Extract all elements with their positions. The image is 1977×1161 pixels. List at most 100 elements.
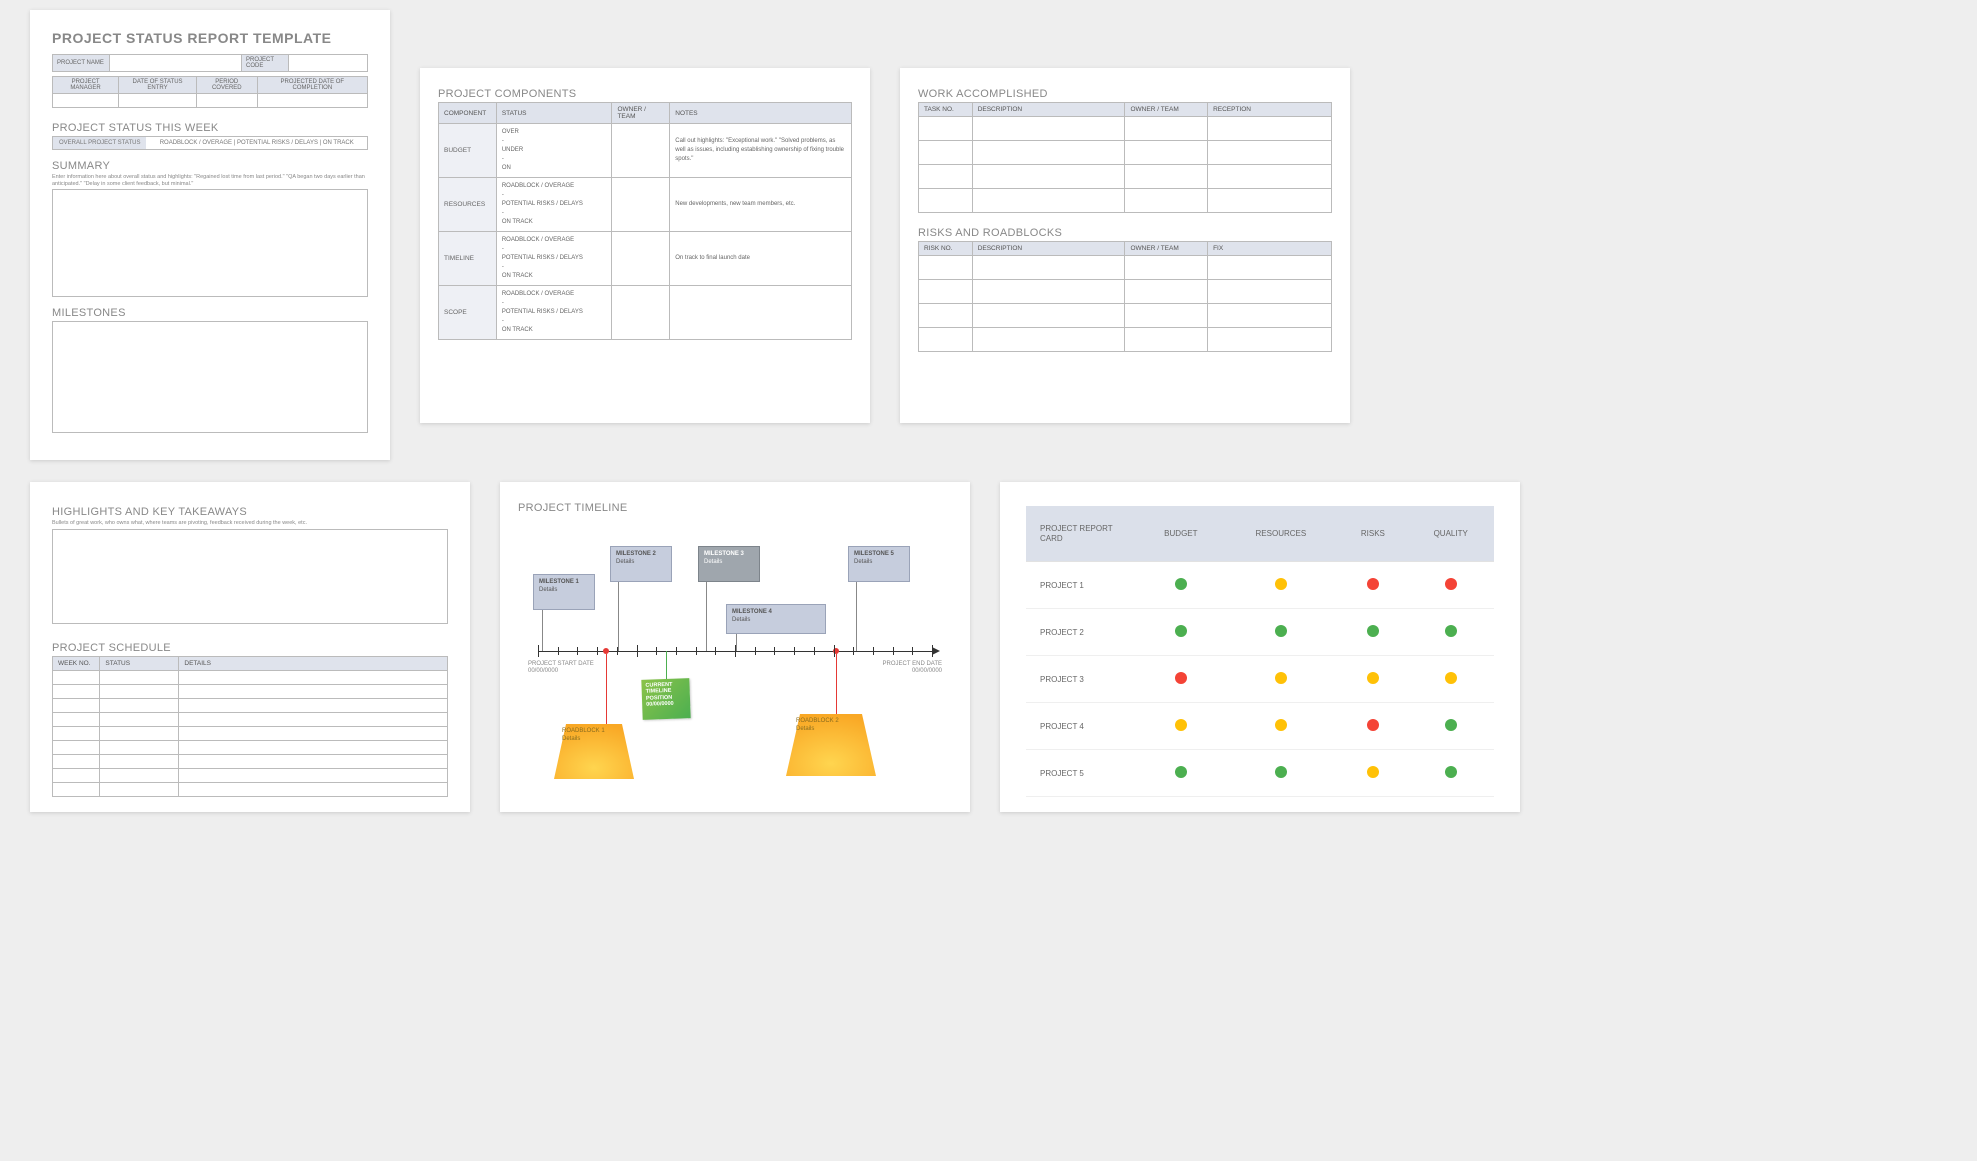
status-dot-icon [1175,719,1187,731]
overall-status-options[interactable]: ROADBLOCK / OVERAGE | POTENTIAL RISKS / … [146,137,367,149]
period-value[interactable] [196,94,257,108]
status-cell [1407,703,1494,750]
status-cell [1138,703,1223,750]
date-entry-value[interactable] [119,94,197,108]
report-project-name: PROJECT 2 [1026,609,1138,656]
end-date-label: PROJECT END DATE 00/00/0000 [872,661,942,675]
report-project-name: PROJECT 3 [1026,656,1138,703]
work-row[interactable] [919,165,1332,189]
timeline-tick [597,647,598,655]
component-name: BUDGET [439,124,497,178]
component-notes[interactable] [670,286,852,340]
timeline-tick [755,647,756,655]
schedule-table: WEEK NO. STATUS DETAILS [52,656,448,797]
status-dot-icon [1367,578,1379,590]
sched-row[interactable] [53,754,448,768]
risk-hdr-desc: DESCRIPTION [972,242,1125,256]
projected-value[interactable] [257,94,367,108]
sched-row[interactable] [53,670,448,684]
sched-row[interactable] [53,740,448,754]
report-row: PROJECT 1 [1026,562,1494,609]
status-cell [1223,562,1338,609]
report-hdr-risks: RISKS [1338,506,1407,562]
ms4-connector [736,634,737,651]
status-dot-icon [1175,625,1187,637]
component-notes[interactable]: Call out highlights: "Exceptional work."… [670,124,852,178]
highlights-box[interactable] [52,529,448,624]
risks-table: RISK NO. DESCRIPTION OWNER / TEAM FIX [918,241,1332,352]
ms5-connector [856,582,857,651]
comp-hdr-component: COMPONENT [439,103,497,124]
current-position-box: CURRENT TIMELINE POSITION 00/00/0000 [641,678,690,720]
sched-row[interactable] [53,726,448,740]
project-code-value[interactable] [289,55,368,72]
status-cell [1407,750,1494,797]
overall-status-label: OVERALL PROJECT STATUS [53,137,146,149]
work-title: WORK ACCOMPLISHED [918,88,1332,100]
component-owner[interactable] [612,232,670,286]
comp-hdr-owner: OWNER / TEAM [612,103,670,124]
summary-hint: Enter information here about overall sta… [52,174,368,187]
status-dot-icon [1367,625,1379,637]
component-owner[interactable] [612,286,670,340]
timeline-tick [853,647,854,655]
milestone-box-2: MILESTONE 2 Details [610,546,672,582]
status-dot-icon [1175,578,1187,590]
component-status[interactable]: OVER - UNDER - ON [496,124,612,178]
work-hdr-owner: OWNER / TEAM [1125,103,1208,117]
component-status[interactable]: ROADBLOCK / OVERAGE - POTENTIAL RISKS / … [496,286,612,340]
status-dot-icon [1175,766,1187,778]
risk-row[interactable] [919,304,1332,328]
pm-label: PROJECT MANAGER [53,77,119,94]
component-status[interactable]: ROADBLOCK / OVERAGE - POTENTIAL RISKS / … [496,232,612,286]
work-row[interactable] [919,141,1332,165]
date-entry-label: DATE OF STATUS ENTRY [119,77,197,94]
status-cell [1138,656,1223,703]
timeline-tick [774,647,775,655]
timeline-arrow-icon [932,647,940,655]
timeline-tick [873,647,874,655]
sched-row[interactable] [53,712,448,726]
component-name: TIMELINE [439,232,497,286]
pm-value[interactable] [53,94,119,108]
sched-hdr-details: DETAILS [179,656,448,670]
milestones-box[interactable] [52,321,368,433]
risk-row[interactable] [919,256,1332,280]
ms4-detail: Details [732,617,750,623]
work-row[interactable] [919,117,1332,141]
component-notes[interactable]: On track to final launch date [670,232,852,286]
component-owner[interactable] [612,124,670,178]
project-name-value[interactable] [109,55,241,72]
report-row: PROJECT 5 [1026,750,1494,797]
sched-row[interactable] [53,684,448,698]
status-dot-icon [1367,719,1379,731]
end-label-text: PROJECT END DATE [883,661,942,667]
work-risks-card: WORK ACCOMPLISHED TASK NO. DESCRIPTION O… [900,68,1350,423]
project-status-report-card: PROJECT STATUS REPORT TEMPLATE PROJECT N… [30,10,390,460]
sched-row[interactable] [53,782,448,796]
risk-row[interactable] [919,328,1332,352]
sched-row[interactable] [53,698,448,712]
component-status[interactable]: ROADBLOCK / OVERAGE - POTENTIAL RISKS / … [496,178,612,232]
summary-box[interactable] [52,189,368,297]
work-row[interactable] [919,189,1332,213]
status-cell [1223,703,1338,750]
ms1-detail: Details [539,587,557,593]
work-table: TASK NO. DESCRIPTION OWNER / TEAM RECEPT… [918,102,1332,213]
ms1-title: MILESTONE 1 [539,579,579,585]
report-row: PROJECT 4 [1026,703,1494,750]
report-hdr-project: PROJECT REPORT CARD [1026,506,1138,562]
project-code-label: PROJECT CODE [241,55,288,72]
sched-row[interactable] [53,768,448,782]
component-notes[interactable]: New developments, new team members, etc. [670,178,852,232]
status-cell [1223,656,1338,703]
milestone-box-3: MILESTONE 3 Details [698,546,760,582]
timeline-title: PROJECT TIMELINE [518,502,952,514]
report-card-table: PROJECT REPORT CARD BUDGET RESOURCES RIS… [1026,506,1494,797]
status-dot-icon [1367,766,1379,778]
status-dot-icon [1275,578,1287,590]
project-name-label: PROJECT NAME [53,55,110,72]
start-date-label: PROJECT START DATE 00/00/0000 [528,661,598,675]
component-owner[interactable] [612,178,670,232]
risk-row[interactable] [919,280,1332,304]
